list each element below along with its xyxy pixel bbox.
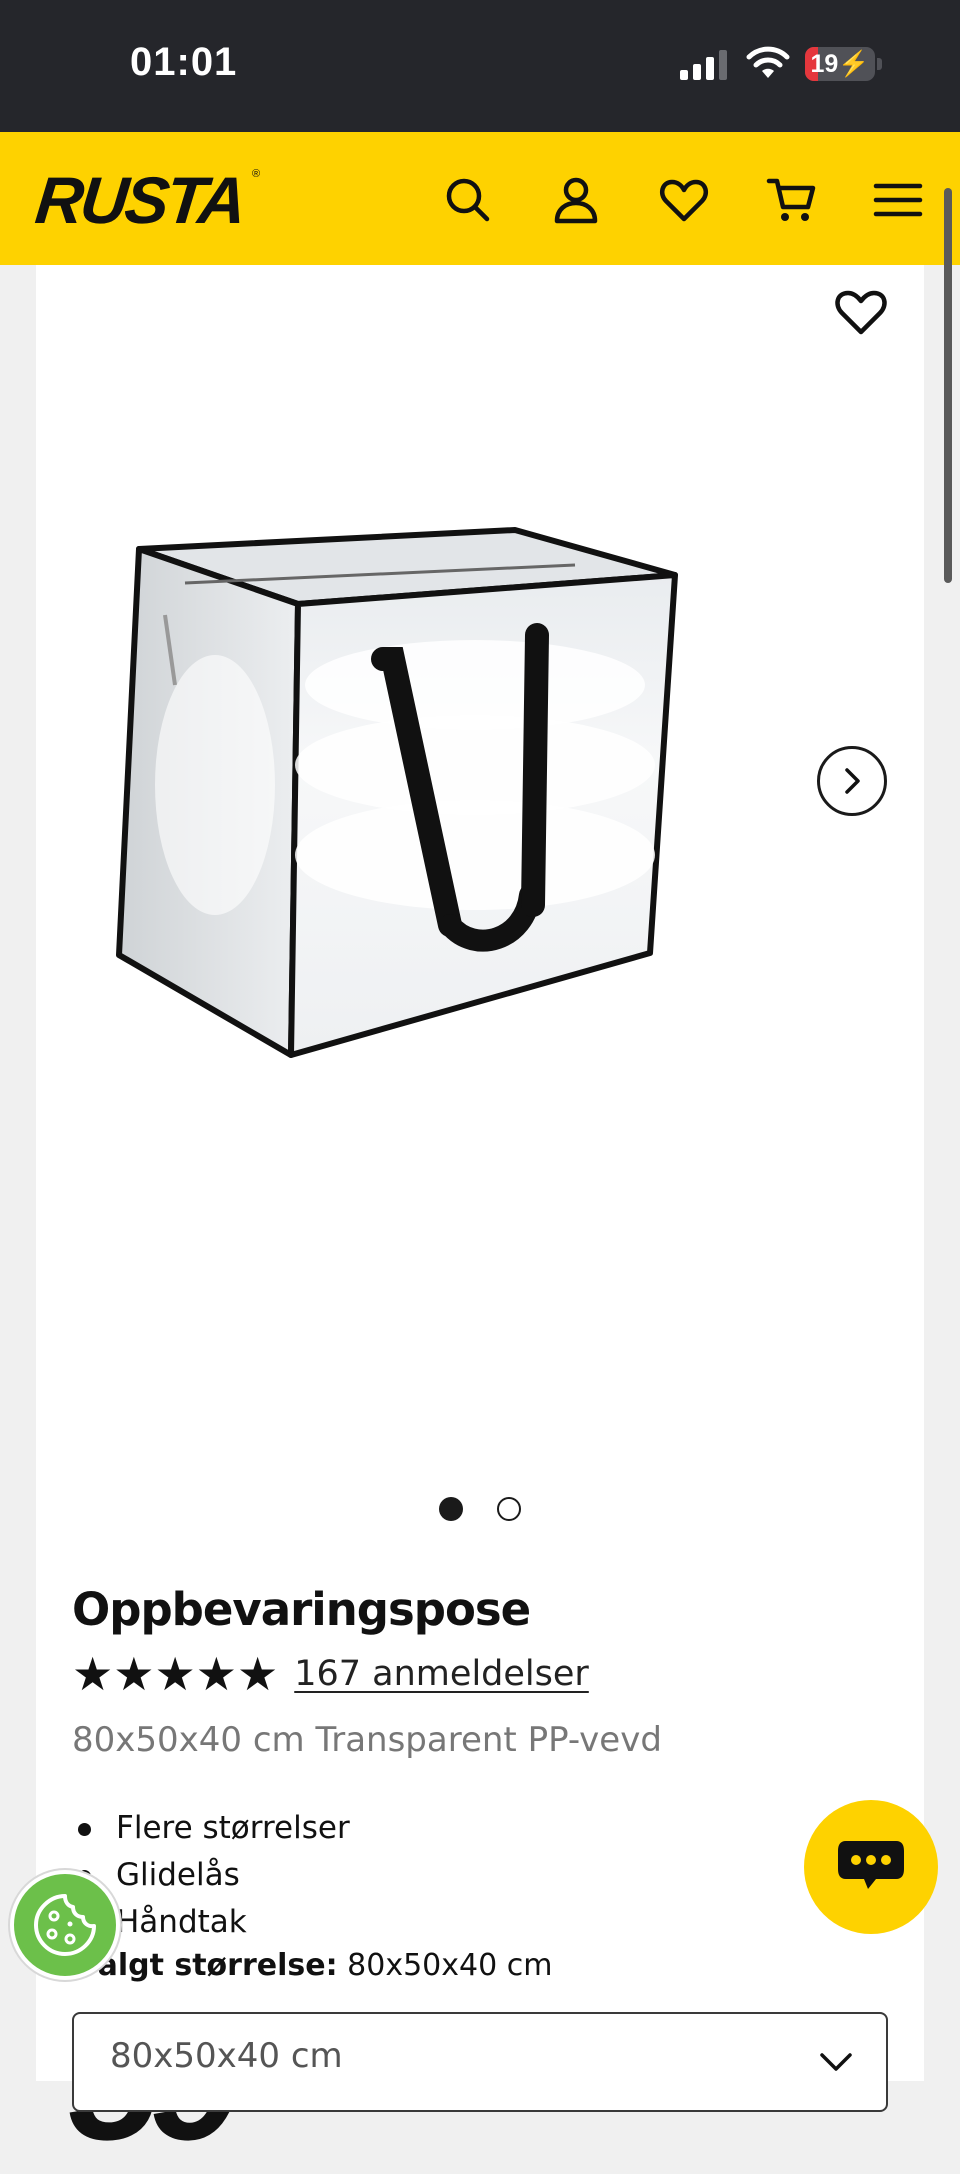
carousel-dot[interactable] (497, 1497, 521, 1521)
search-icon[interactable] (440, 172, 496, 228)
menu-icon[interactable] (870, 172, 926, 228)
size-select[interactable]: 80x50x40 cm (72, 2012, 888, 2112)
selected-size-caption: Valgt størrelse: (76, 1948, 338, 1983)
battery-charging-icon: 19 ⚡ (805, 47, 875, 81)
star-icon: ★ (72, 1647, 114, 1701)
selected-size-label: Valgt størrelse: 80x50x40 cm (76, 1948, 552, 1983)
carousel-dots (36, 1497, 924, 1521)
rusta-logo[interactable]: RUSTA (32, 162, 247, 238)
product-title: Oppbevaringspose (72, 1583, 531, 1636)
carousel-dot[interactable] (439, 1497, 463, 1521)
account-icon[interactable] (548, 172, 604, 228)
cookie-settings-button[interactable] (10, 1870, 120, 1980)
chat-button[interactable] (804, 1800, 938, 1934)
signal-icon (680, 50, 727, 80)
product-subtitle: 80x50x40 cm Transparent PP-vevd (72, 1720, 662, 1760)
battery-nub (877, 58, 882, 70)
star-icon: ★ (154, 1647, 196, 1701)
selected-size-value: 80x50x40 cm (347, 1948, 553, 1983)
chevron-right-icon (845, 768, 860, 794)
cart-icon[interactable] (764, 172, 820, 228)
feature-item: Glidelås (72, 1852, 350, 1899)
carousel-next-button[interactable] (817, 746, 887, 816)
charging-bolt-icon: ⚡ (838, 49, 870, 78)
chevron-down-icon (820, 2053, 852, 2071)
reviews-link[interactable]: 167 anmeldelser (294, 1654, 589, 1694)
product-card: Oppbevaringspose ★ ★ ★ ★ ★ 167 anmeldelser 8… (36, 265, 924, 2165)
site-header: RUSTA ® (0, 132, 960, 265)
product-image[interactable] (36, 265, 924, 1145)
wifi-icon (746, 46, 790, 78)
status-time: 01:01 (130, 40, 238, 84)
rating-stars: ★ ★ ★ ★ ★ (72, 1651, 278, 1697)
battery-level: 19 (810, 49, 839, 78)
chat-bubble-icon (838, 1841, 904, 1889)
heart-icon[interactable] (656, 172, 712, 228)
star-icon: ★ (195, 1647, 237, 1701)
registered-mark: ® (252, 168, 261, 180)
page-scrollbar[interactable] (944, 188, 952, 583)
feature-item: Flere størrelser (72, 1805, 350, 1852)
size-select-value: 80x50x40 cm (110, 2036, 343, 2076)
status-bar: 01:01 19 ⚡ (0, 0, 960, 132)
star-icon: ★ (113, 1647, 155, 1701)
cookie-icon (34, 1894, 96, 1956)
rating-row: ★ ★ ★ ★ ★ 167 anmeldelser (72, 1649, 589, 1699)
star-icon: ★ (237, 1647, 279, 1701)
